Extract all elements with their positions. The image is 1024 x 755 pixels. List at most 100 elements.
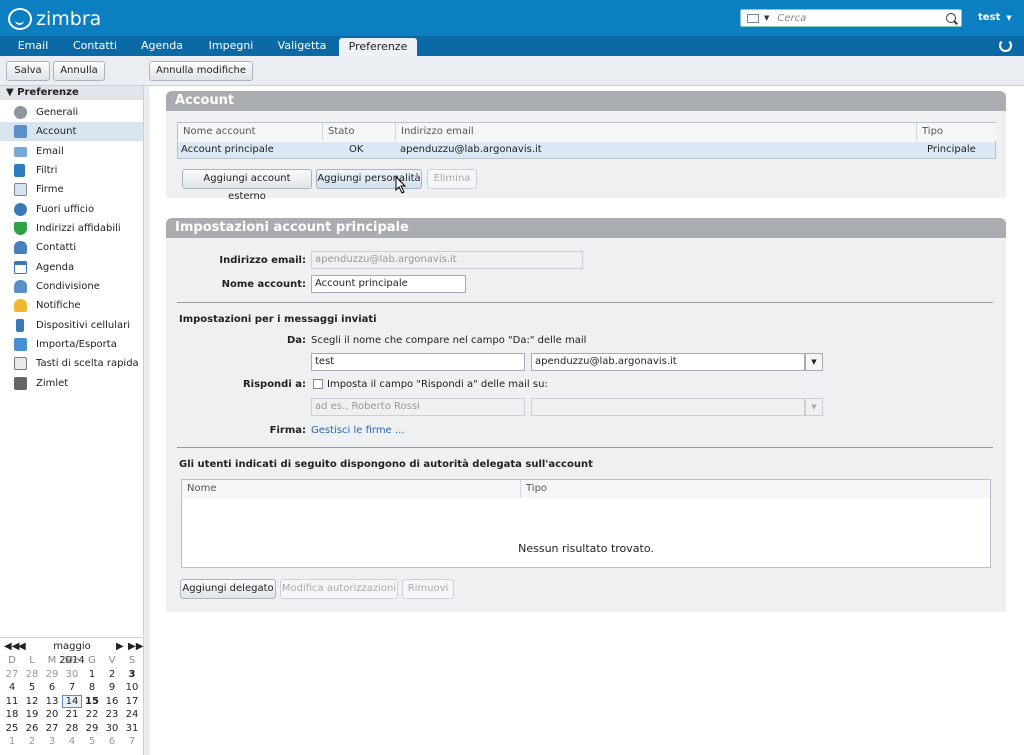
sidebar-item-zimlet[interactable]: Zimlet [0, 374, 143, 393]
cancel-button[interactable]: Annulla [53, 61, 105, 81]
calendar-day[interactable]: 27 [42, 722, 62, 736]
calendar-day[interactable]: 10 [122, 681, 142, 695]
search-input[interactable]: Cerca [777, 13, 946, 24]
column-header[interactable]: Stato [323, 123, 396, 141]
search-icon[interactable] [946, 13, 956, 23]
tab-agenda[interactable]: Agenda [132, 36, 192, 56]
refresh-icon[interactable] [999, 39, 1012, 52]
calendar-day[interactable]: 6 [102, 735, 122, 749]
sidebar-item-firme[interactable]: Firme [0, 180, 143, 199]
zimbra-logo[interactable]: zimbra [8, 8, 101, 30]
column-header[interactable]: Tipo [521, 480, 990, 498]
account-name-input[interactable]: Account principale [311, 275, 466, 293]
calendar-day[interactable]: 7 [62, 681, 82, 695]
calendar-day[interactable]: 8 [82, 681, 102, 695]
calendar-day[interactable]: 20 [42, 708, 62, 722]
column-header[interactable]: Indirizzo email [396, 123, 917, 141]
sidebar-item-generali[interactable]: Generali [0, 103, 143, 122]
from-name-input[interactable]: test [311, 353, 525, 371]
search-box[interactable]: ▼ Cerca [740, 9, 962, 27]
calendar-day[interactable]: 1 [2, 735, 22, 749]
next-month-icon[interactable]: ▶ [116, 640, 124, 654]
sidebar-item-fuori-ufficio[interactable]: Fuori ufficio [0, 200, 143, 219]
account-icon [14, 125, 27, 138]
calendar-day[interactable]: 19 [22, 708, 42, 722]
calendar-day[interactable]: 28 [22, 668, 42, 682]
envelope-icon[interactable] [747, 13, 759, 23]
chevron-down-icon[interactable]: ▼ [805, 353, 823, 371]
calendar-day[interactable]: 14 [62, 694, 82, 708]
tab-impegni[interactable]: Impegni [200, 36, 262, 56]
sidebar-item-filtri[interactable]: Filtri [0, 161, 143, 180]
calendar-day[interactable]: 25 [2, 722, 22, 736]
tab-contatti[interactable]: Contatti [66, 36, 124, 56]
calendar-day[interactable]: 2 [22, 735, 42, 749]
sidebar-item-account[interactable]: Account [0, 122, 143, 141]
calendar-day[interactable]: 9 [102, 681, 122, 695]
table-row[interactable]: Account principale OK apenduzzu@lab.argo… [178, 142, 995, 158]
calendar-day[interactable]: 18 [2, 708, 22, 722]
remove-button[interactable]: Rimuovi [402, 579, 454, 599]
calendar-day[interactable]: 29 [82, 722, 102, 736]
sidebar-item-email[interactable]: Email [0, 142, 143, 161]
save-button[interactable]: Salva [6, 61, 50, 81]
calendar-day[interactable]: 4 [62, 735, 82, 749]
calendar-day[interactable]: 17 [122, 695, 142, 709]
calendar-day[interactable]: 29 [42, 668, 62, 682]
calendar-day[interactable]: 24 [122, 708, 142, 722]
sidebar-item-notifiche[interactable]: Notifiche [0, 296, 143, 315]
calendar-day[interactable]: 30 [62, 668, 82, 682]
calendar-day[interactable]: 5 [22, 681, 42, 695]
calendar-day[interactable]: 5 [82, 735, 102, 749]
chevron-down-icon[interactable]: ▼ [764, 14, 769, 22]
sidebar-item-importa-esporta[interactable]: Importa/Esporta [0, 335, 143, 354]
calendar-day[interactable]: 21 [62, 708, 82, 722]
calendar-day[interactable]: 15 [82, 695, 102, 709]
sidebar-item-dispositivi-cellulari[interactable]: Dispositivi cellulari [0, 316, 143, 335]
calendar-day[interactable]: 7 [122, 735, 142, 749]
undo-changes-button[interactable]: Annulla modifiche [149, 61, 253, 81]
calendar-day[interactable]: 16 [102, 695, 122, 709]
calendar-day[interactable]: 1 [82, 668, 102, 682]
reply-to-name-input[interactable]: ad es., Roberto Rossi [311, 398, 525, 416]
from-address-select[interactable]: apenduzzu@lab.argonavis.it [531, 353, 805, 371]
tab-email[interactable]: Email [8, 36, 58, 56]
calendar-day[interactable]: 13 [42, 695, 62, 709]
edit-permissions-button[interactable]: Modifica autorizzazioni [280, 579, 398, 599]
sidebar-header[interactable]: ▼ Preferenze [0, 86, 143, 100]
sidebar-item-agenda[interactable]: Agenda [0, 258, 143, 277]
column-header[interactable]: Nome [182, 480, 521, 498]
calendar-day[interactable]: 30 [102, 722, 122, 736]
sidebar-item-contatti[interactable]: Contatti [0, 238, 143, 257]
sidebar-item-condivisione[interactable]: Condivisione [0, 277, 143, 296]
reply-to-address-select[interactable] [531, 398, 805, 416]
calendar-day[interactable]: 3 [122, 668, 142, 682]
calendar-day[interactable]: 22 [82, 708, 102, 722]
chevron-down-icon[interactable]: ▼ [805, 398, 823, 416]
calendar-day[interactable]: 4 [2, 681, 22, 695]
calendar-day[interactable]: 28 [62, 722, 82, 736]
user-menu[interactable]: test ▼ [978, 12, 1012, 23]
calendar-day[interactable]: 11 [2, 695, 22, 709]
next-year-icon[interactable]: ▶▶ [128, 640, 143, 654]
calendar-day[interactable]: 3 [42, 735, 62, 749]
calendar-day[interactable]: 6 [42, 681, 62, 695]
add-external-account-button[interactable]: Aggiungi account esterno [182, 169, 312, 202]
sidebar-item-indirizzi-affidabili[interactable]: Indirizzi affidabili [0, 219, 143, 238]
prev-month-icon[interactable]: ◀ [18, 640, 26, 654]
calendar-day[interactable]: 12 [22, 695, 42, 709]
delete-button[interactable]: Elimina [427, 169, 477, 189]
manage-signatures-link[interactable]: Gestisci le firme ... [311, 425, 404, 436]
tab-valigetta[interactable]: Valigetta [270, 36, 334, 56]
calendar-day[interactable]: 31 [122, 722, 142, 736]
reply-to-checkbox[interactable] [313, 379, 323, 389]
column-header[interactable]: Nome account [178, 123, 323, 141]
column-header[interactable]: Tipo [917, 123, 996, 141]
calendar-day[interactable]: 23 [102, 708, 122, 722]
sidebar-item-tasti-scelta-rapida[interactable]: Tasti di scelta rapida [0, 354, 143, 373]
tab-preferenze[interactable]: Preferenze [339, 38, 417, 56]
add-delegate-button[interactable]: Aggiungi delegato [180, 579, 276, 599]
calendar-day[interactable]: 26 [22, 722, 42, 736]
calendar-day[interactable]: 27 [2, 668, 22, 682]
calendar-day[interactable]: 2 [102, 668, 122, 682]
